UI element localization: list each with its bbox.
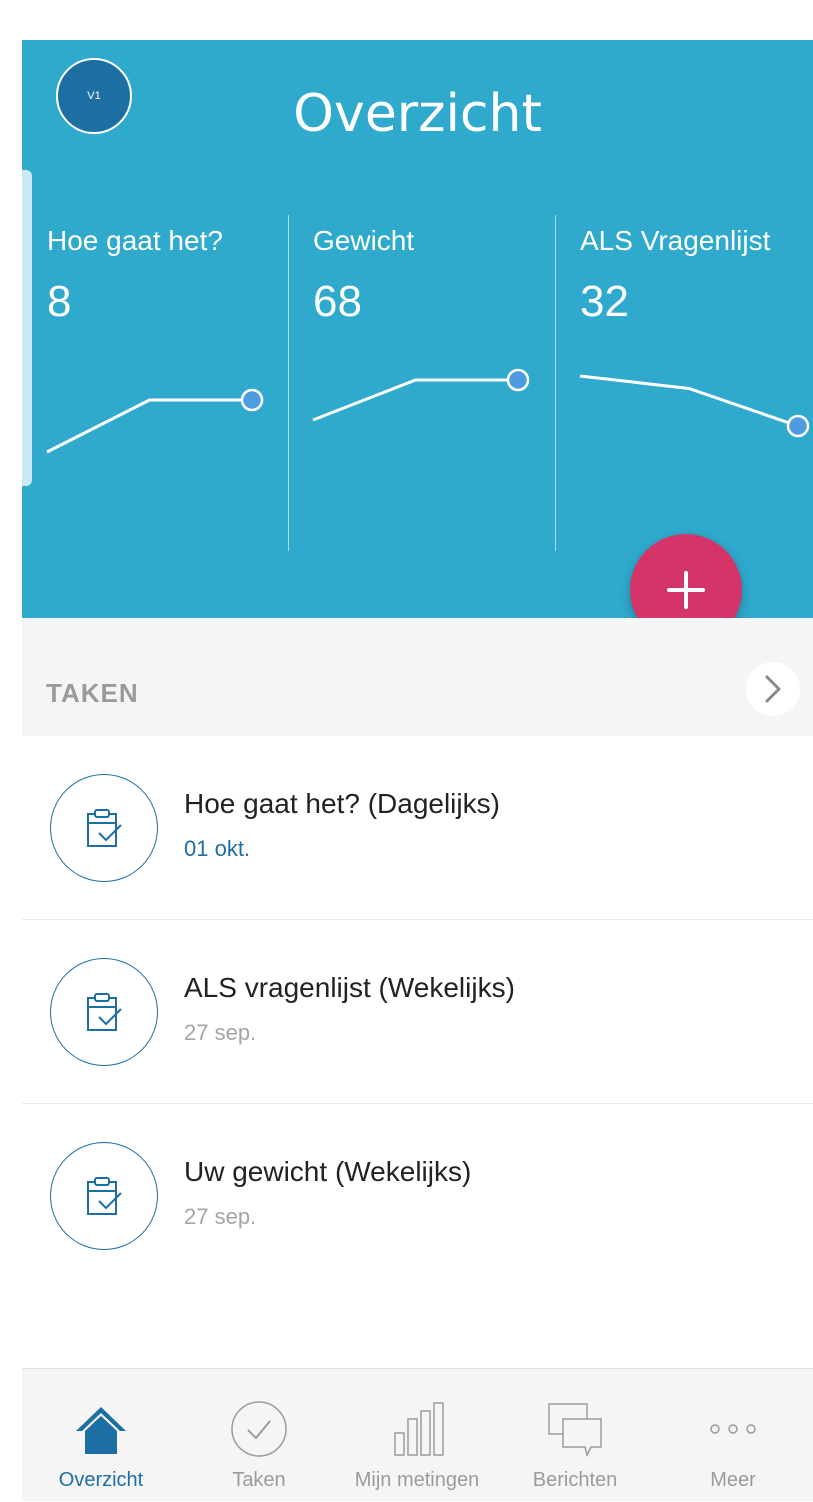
sparkline-path bbox=[579, 374, 799, 428]
tasks-more-button[interactable] bbox=[746, 662, 800, 716]
nav-label: Berichten bbox=[532, 1469, 618, 1491]
sparkline-als bbox=[579, 374, 810, 438]
nav-item-taken[interactable]: Taken bbox=[180, 1369, 338, 1502]
task-date: 27 sep. bbox=[184, 1204, 257, 1229]
nav-label: Taken bbox=[232, 1469, 286, 1491]
nav-label: Meer bbox=[710, 1469, 756, 1491]
tasks-section-header: TAKEN bbox=[22, 618, 813, 736]
chat-bubbles-icon bbox=[548, 1403, 602, 1458]
nav-item-berichten[interactable]: Berichten bbox=[496, 1369, 654, 1502]
clipboard-check-icon bbox=[87, 1177, 122, 1215]
task-icon-circle bbox=[50, 958, 158, 1066]
task-icon-circle bbox=[50, 1142, 158, 1250]
clipboard-check-icon bbox=[87, 993, 122, 1031]
task-title: Hoe gaat het? (Dagelijks) bbox=[184, 788, 500, 819]
chevron-right-icon bbox=[765, 675, 781, 703]
bottom-navigation: Overzicht Taken Mijn metingen Berichten … bbox=[22, 1368, 813, 1501]
plus-icon bbox=[667, 571, 705, 609]
sparkline-latest-point bbox=[240, 388, 264, 412]
more-dots-icon bbox=[710, 1424, 756, 1434]
sparkline-mood bbox=[46, 388, 264, 454]
sparkline-latest-point bbox=[506, 368, 530, 392]
nav-item-mijn-metingen[interactable]: Mijn metingen bbox=[338, 1369, 496, 1502]
sparkline-weight bbox=[312, 368, 530, 422]
bar-chart-icon bbox=[394, 1402, 444, 1456]
section-title: TAKEN bbox=[46, 678, 139, 708]
task-item[interactable]: Hoe gaat het? (Dagelijks) 01 okt. bbox=[22, 736, 813, 920]
task-date: 27 sep. bbox=[184, 1020, 257, 1045]
task-item[interactable]: ALS vragenlijst (Wekelijks) 27 sep. bbox=[22, 920, 813, 1104]
clipboard-check-icon bbox=[87, 809, 122, 847]
nav-label: Mijn metingen bbox=[354, 1469, 480, 1491]
home-icon bbox=[76, 1407, 126, 1454]
sparkline-latest-point bbox=[786, 414, 810, 438]
nav-label: Overzicht bbox=[58, 1469, 144, 1491]
task-title: ALS vragenlijst (Wekelijks) bbox=[184, 972, 515, 1003]
nav-item-overzicht[interactable]: Overzicht bbox=[22, 1369, 180, 1502]
overview-header: V1 Overzicht Hoe gaat het? 8 Gewicht 68 … bbox=[22, 40, 813, 646]
task-icon-circle bbox=[50, 774, 158, 882]
sparkline-path bbox=[312, 378, 518, 422]
check-circle-icon bbox=[231, 1401, 287, 1457]
sparkline-path bbox=[46, 398, 252, 454]
nav-item-meer[interactable]: Meer bbox=[654, 1369, 812, 1502]
task-title: Uw gewicht (Wekelijks) bbox=[184, 1156, 472, 1187]
task-date: 01 okt. bbox=[184, 836, 251, 861]
metric-sparklines bbox=[46, 368, 810, 454]
task-item[interactable]: Uw gewicht (Wekelijks) 27 sep. bbox=[22, 1104, 813, 1288]
